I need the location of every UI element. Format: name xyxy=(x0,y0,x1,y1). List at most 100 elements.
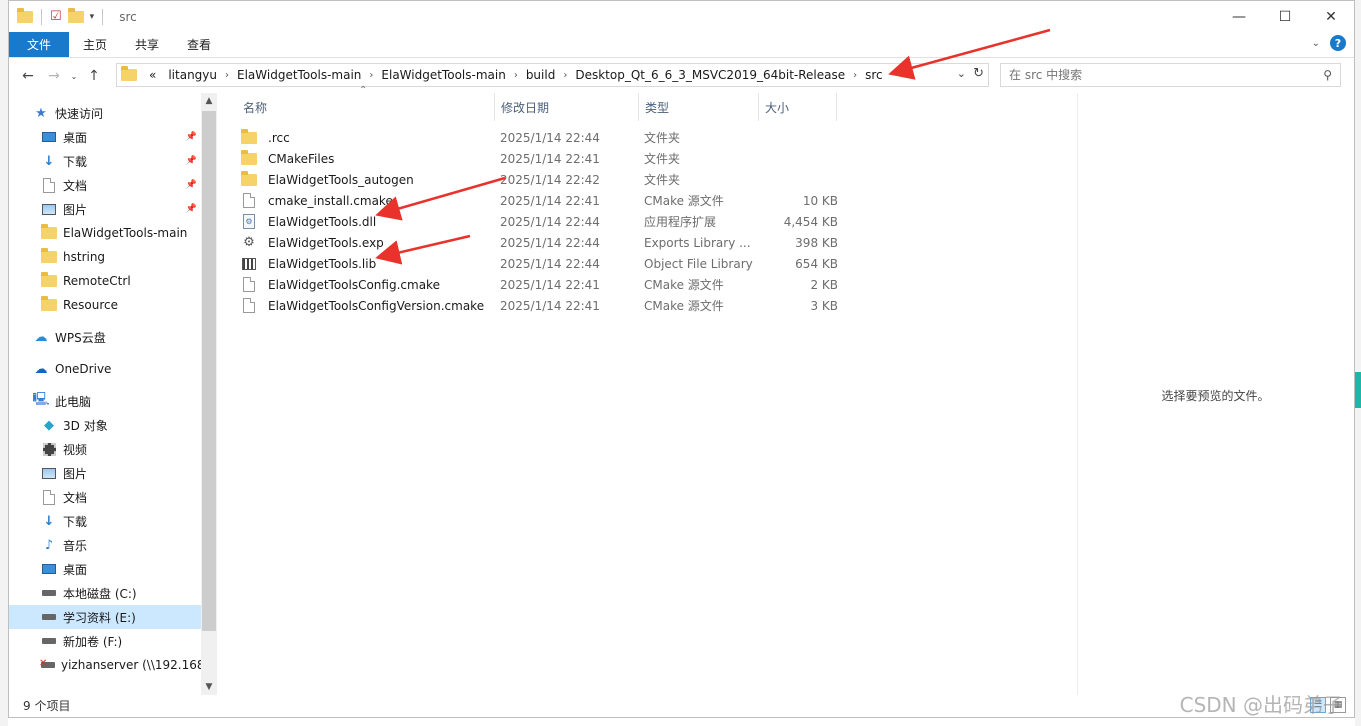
sidebar-item[interactable]: ↓ 下载 📌 xyxy=(9,149,201,173)
up-button[interactable]: ↑ xyxy=(81,63,107,89)
cloud-icon: ☁ xyxy=(34,329,48,345)
sidebar-item[interactable]: 本地磁盘 (C:) xyxy=(9,581,201,605)
sidebar-item[interactable]: ♪ 音乐 xyxy=(9,533,201,557)
file-name-cell[interactable]: ElaWidgetTools_autogen xyxy=(241,169,496,190)
address-dropdown-icon[interactable]: ⌄ xyxy=(957,67,966,80)
recent-locations-button[interactable]: ⌄ xyxy=(67,63,81,89)
back-button[interactable]: ← xyxy=(15,63,41,89)
file-row[interactable]: .rcc 2025/1/14 22:44 文件夹 xyxy=(231,127,1076,148)
nav-onedrive[interactable]: ☁ OneDrive xyxy=(9,357,201,381)
file-row[interactable]: CMakeFiles 2025/1/14 22:41 文件夹 xyxy=(231,148,1076,169)
sidebar-item[interactable]: ElaWidgetTools-main xyxy=(9,221,201,245)
sidebar-item[interactable]: 学习资料 (E:) xyxy=(9,605,201,629)
breadcrumb-item[interactable]: litangyu xyxy=(160,68,225,82)
file-name: .rcc xyxy=(268,130,290,145)
tab-share[interactable]: 共享 xyxy=(121,32,173,57)
sidebar-item[interactable]: ✕ yizhanserver (\\192.168. xyxy=(9,653,208,677)
nav-quick-access[interactable]: ★ 快速访问 xyxy=(9,101,201,125)
file-row[interactable]: ElaWidgetToolsConfigVersion.cmake 2025/1/… xyxy=(231,295,1076,316)
file-row[interactable]: ⚙ ElaWidgetTools.dll 2025/1/14 22:44 应用程序扩展… xyxy=(231,211,1076,232)
folder-icon xyxy=(121,66,137,81)
customize-toolbar-icon[interactable]: ▾ xyxy=(90,12,95,22)
file-size xyxy=(766,169,838,190)
breadcrumb-item[interactable]: Desktop_Qt_6_6_3_MSVC2019_64bit-Release xyxy=(567,68,853,82)
file-size xyxy=(766,127,838,148)
sidebar-item[interactable]: 视频 xyxy=(9,437,201,461)
file-row[interactable]: ElaWidgetToolsConfig.cmake 2025/1/14 22:4… xyxy=(231,274,1076,295)
maximize-button[interactable]: ☐ xyxy=(1262,1,1308,32)
file-name-cell[interactable]: ElaWidgetTools.lib xyxy=(241,253,496,274)
download-icon: ↓ xyxy=(43,513,55,529)
file-name-cell[interactable]: ElaWidgetToolsConfigVersion.cmake xyxy=(241,295,496,316)
sidebar-item[interactable]: 文档 📌 xyxy=(9,173,201,197)
new-folder-icon[interactable] xyxy=(67,7,84,23)
scrollbar-thumb[interactable] xyxy=(202,111,216,631)
address-bar[interactable]: « litangyu › ElaWidgetTools-main › ElaWi… xyxy=(116,63,989,87)
file-row[interactable]: ElaWidgetTools.lib 2025/1/14 22:44 Object … xyxy=(231,253,1076,274)
file-name-cell[interactable]: ⚙ ElaWidgetTools.dll xyxy=(241,211,496,232)
tab-home[interactable]: 主页 xyxy=(69,32,121,57)
sidebar-item[interactable]: 图片 xyxy=(9,461,201,485)
sidebar-item-label: 图片 xyxy=(63,202,88,217)
sidebar-item[interactable]: ↓ 下载 xyxy=(9,509,201,533)
breadcrumb-item[interactable]: ElaWidgetTools-main xyxy=(373,68,513,82)
column-header-type[interactable]: 类型 xyxy=(639,93,759,121)
sidebar-item[interactable]: 文档 xyxy=(9,485,201,509)
properties-icon[interactable]: ☑ xyxy=(50,9,62,24)
file-type: Exports Library ... xyxy=(644,235,751,250)
sidebar-item[interactable]: ◆ 3D 对象 xyxy=(9,413,201,437)
file-date: 2025/1/14 22:44 xyxy=(500,235,600,250)
nav-this-pc[interactable]: 🖳 此电脑 xyxy=(9,389,201,413)
sidebar-item[interactable]: 桌面 📌 xyxy=(9,125,201,149)
close-button[interactable]: ✕ xyxy=(1308,1,1354,32)
desktop-background-right xyxy=(1355,0,1361,726)
sidebar-item-label: 新加卷 (F:) xyxy=(63,634,123,649)
scroll-up-icon[interactable]: ▲ xyxy=(201,93,217,109)
breadcrumb-item[interactable]: ElaWidgetTools-main xyxy=(229,68,369,82)
file-name-cell[interactable]: CMakeFiles xyxy=(241,148,496,169)
sidebar-item[interactable]: 图片 📌 xyxy=(9,197,201,221)
search-input[interactable] xyxy=(1009,68,1309,82)
nav-scrollbar[interactable]: ▲ ▼ xyxy=(201,93,217,695)
explorer-window: ☑ ▾ src — ☐ ✕ 文件 主页 共享 查看 ⌄ ? ← → ⌄ ↑ « … xyxy=(8,0,1355,718)
file-row[interactable]: ElaWidgetTools_autogen 2025/1/14 22:42 文件夹 xyxy=(231,169,1076,190)
expand-ribbon-icon[interactable]: ⌄ xyxy=(1312,38,1320,49)
column-header-name[interactable]: 名称 xyxy=(237,93,495,121)
download-icon: ↓ xyxy=(43,153,55,169)
file-row[interactable]: ⚙ ElaWidgetTools.exp 2025/1/14 22:44 Export… xyxy=(231,232,1076,253)
sidebar-item-label: 本地磁盘 (C:) xyxy=(63,586,137,601)
column-header-date[interactable]: 修改日期 xyxy=(495,93,639,121)
nav-wps-cloud[interactable]: ☁ WPS云盘 xyxy=(9,325,201,349)
forward-button[interactable]: → xyxy=(41,63,67,89)
breadcrumb-overflow[interactable]: « xyxy=(145,68,160,82)
file-type: CMake 源文件 xyxy=(644,278,724,292)
file-date: 2025/1/14 22:41 xyxy=(500,151,600,166)
nav-label: OneDrive xyxy=(55,362,112,376)
breadcrumb-item[interactable]: build xyxy=(518,68,564,82)
help-icon[interactable]: ? xyxy=(1330,35,1346,51)
file-type: 应用程序扩展 xyxy=(644,215,717,229)
music-icon: ♪ xyxy=(44,537,54,553)
file-name-cell[interactable]: cmake_install.cmake xyxy=(241,190,496,211)
tab-file[interactable]: 文件 xyxy=(9,32,70,57)
sidebar-item[interactable]: hstring xyxy=(9,245,201,269)
minimize-button[interactable]: — xyxy=(1216,1,1262,32)
sidebar-item[interactable]: RemoteCtrl xyxy=(9,269,201,293)
file-name-cell[interactable]: ⚙ ElaWidgetTools.exp xyxy=(241,232,496,253)
search-box[interactable]: ⚲ xyxy=(1000,63,1341,87)
search-icon[interactable]: ⚲ xyxy=(1323,68,1332,82)
file-type: 文件夹 xyxy=(644,131,681,145)
file-name-cell[interactable]: ElaWidgetToolsConfig.cmake xyxy=(241,274,496,295)
desktop-icon xyxy=(41,129,57,145)
sidebar-item[interactable]: Resource xyxy=(9,293,201,317)
file-size: 4,454 KB xyxy=(783,214,838,229)
column-header-size[interactable]: 大小 xyxy=(759,93,837,121)
file-row[interactable]: cmake_install.cmake 2025/1/14 22:41 CMake … xyxy=(231,190,1076,211)
onedrive-icon: ☁ xyxy=(34,361,48,377)
tab-view[interactable]: 查看 xyxy=(173,32,225,57)
breadcrumb-item-current[interactable]: src xyxy=(857,68,891,82)
refresh-icon[interactable]: ↻ xyxy=(973,66,984,81)
sidebar-item[interactable]: 新加卷 (F:) xyxy=(9,629,201,653)
sidebar-item[interactable]: 桌面 xyxy=(9,557,201,581)
file-name-cell[interactable]: .rcc xyxy=(241,127,496,148)
